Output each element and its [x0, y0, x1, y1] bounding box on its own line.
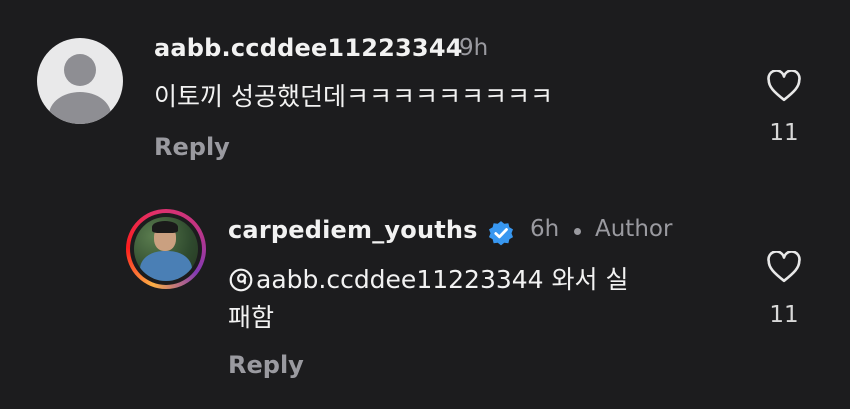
reply-text-line2: 패함	[228, 303, 275, 332]
profile-photo[interactable]	[134, 217, 198, 281]
comment-time: 9h	[459, 35, 489, 61]
heart-icon[interactable]	[766, 251, 802, 283]
photo-body	[140, 251, 192, 281]
reply-text-suffix: 와서 실	[543, 265, 629, 294]
separator-dot	[574, 228, 581, 235]
reply-button[interactable]: Reply	[154, 133, 230, 161]
photo-hair	[152, 221, 178, 233]
comments-thread: aabb.ccddee11223344 9h 이토끼 성공했던데ㅋㅋㅋㅋㅋㅋㅋㅋ…	[0, 0, 850, 409]
comment-username[interactable]: aabb.ccddee11223344	[154, 34, 463, 62]
threads-mention-icon	[229, 268, 253, 292]
story-ring[interactable]	[126, 209, 206, 289]
reply-like-count: 11	[769, 302, 799, 328]
reply-time: 6h	[530, 216, 560, 242]
reply-reply-button[interactable]: Reply	[228, 351, 304, 379]
reply-text-line1: aabb.ccddee11223344 와서 실	[256, 261, 628, 298]
verified-badge-icon	[489, 221, 513, 246]
avatar-head-shape	[64, 54, 96, 86]
reply-username[interactable]: carpediem_youths	[228, 216, 478, 244]
comment-text: 이토끼 성공했던데ㅋㅋㅋㅋㅋㅋㅋㅋㅋ	[154, 82, 553, 111]
avatar-body-shape	[49, 92, 111, 124]
like-count: 11	[769, 120, 799, 146]
author-badge: Author	[595, 216, 673, 242]
mention-link[interactable]: aabb.ccddee11223344	[256, 265, 544, 294]
heart-icon[interactable]	[766, 70, 802, 102]
default-avatar-icon[interactable]	[37, 38, 123, 124]
